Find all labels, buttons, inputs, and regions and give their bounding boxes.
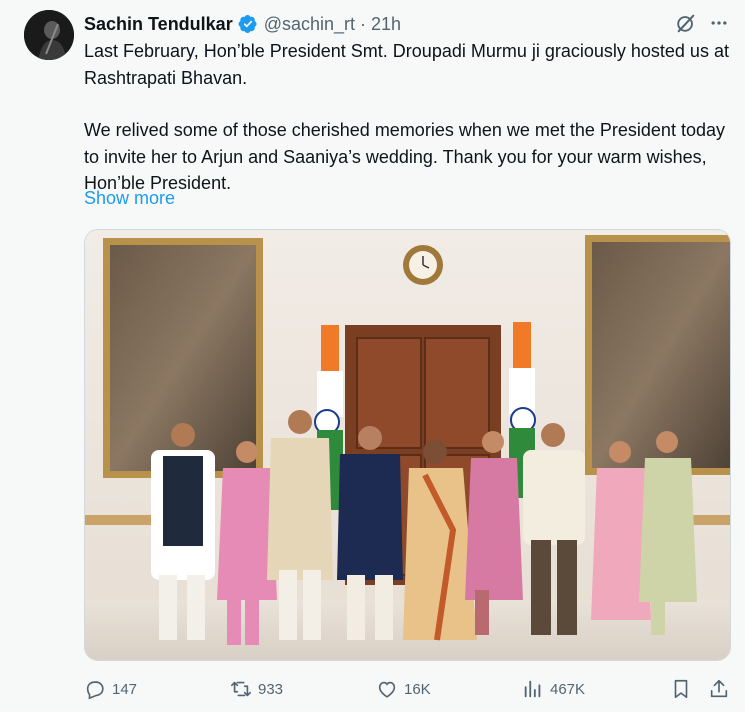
- tweet-header: Sachin Tendulkar @sachin_rt · 21h: [84, 12, 401, 36]
- views-bar-chart-icon: [524, 680, 541, 698]
- avatar[interactable]: [24, 10, 74, 60]
- repost-icon: [231, 681, 251, 697]
- share-icon[interactable]: [708, 678, 730, 700]
- like-button[interactable]: 16K: [376, 676, 431, 702]
- reply-count: 147: [112, 680, 138, 698]
- repost-button[interactable]: 933: [230, 676, 283, 702]
- author-name[interactable]: Sachin Tendulkar: [84, 14, 233, 35]
- group-photo-image: [85, 230, 730, 660]
- show-more-link[interactable]: Show more: [84, 188, 175, 209]
- grok-icon[interactable]: [675, 12, 697, 34]
- like-count: 16K: [404, 680, 431, 698]
- reply-button[interactable]: 147: [84, 676, 137, 702]
- tweet-paragraph-2: We relived some of those cherished memor…: [84, 120, 725, 193]
- tweet-photo[interactable]: [84, 229, 731, 661]
- more-options-icon[interactable]: [706, 10, 732, 36]
- repost-count: 933: [258, 680, 284, 698]
- bookmark-icon[interactable]: [670, 678, 692, 700]
- avatar-image: [24, 10, 74, 60]
- tweet-card[interactable]: Sachin Tendulkar @sachin_rt · 21h Last F…: [0, 0, 745, 712]
- views-button[interactable]: 467K: [522, 676, 585, 702]
- timestamp[interactable]: 21h: [371, 14, 401, 35]
- verified-badge-icon[interactable]: [238, 14, 258, 34]
- tweet-text: Last February, Hon’ble President Smt. Dr…: [84, 38, 734, 223]
- reply-icon: [86, 681, 104, 700]
- author-handle[interactable]: @sachin_rt: [264, 14, 355, 35]
- view-count: 467K: [550, 680, 586, 698]
- tweet-paragraph-1: Last February, Hon’ble President Smt. Dr…: [84, 41, 729, 88]
- heart-icon: [378, 681, 396, 698]
- tweet-actions: 147 933 16K 467K: [84, 676, 734, 702]
- separator-dot: ·: [360, 13, 367, 34]
